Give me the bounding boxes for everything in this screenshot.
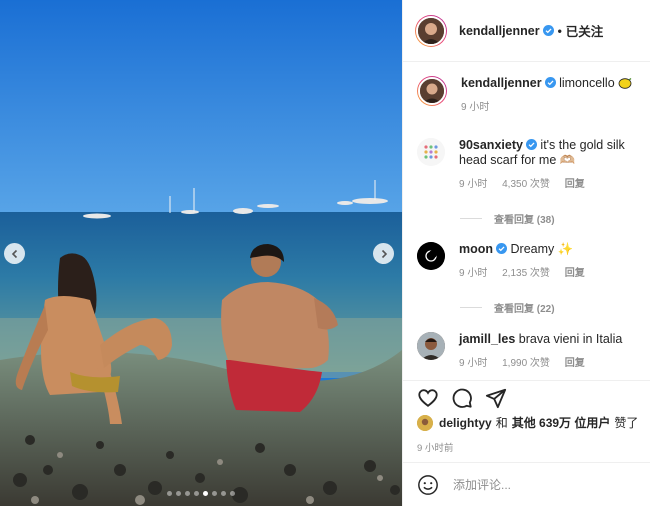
liker-username[interactable]: delightyy	[439, 416, 492, 430]
reply-button[interactable]: 回复	[565, 268, 585, 279]
reply-button[interactable]: 回复	[565, 179, 585, 190]
comment-time: 9 小时	[459, 179, 488, 190]
add-comment-bar	[403, 462, 650, 506]
comment-item: jamill_les brava vieni in Italia 9 小时 1,…	[417, 332, 640, 371]
commenter-avatar[interactable]	[417, 242, 445, 270]
comment-username[interactable]: jamill_les	[459, 332, 515, 346]
carousel-dot-active	[203, 491, 208, 496]
author-username[interactable]: kendalljenner	[459, 24, 540, 38]
caption-time: 9 小时	[461, 102, 490, 113]
verified-badge-icon	[542, 25, 554, 36]
caption-username[interactable]: kendalljenner	[461, 76, 542, 90]
view-replies-line	[460, 218, 482, 219]
comment-username[interactable]: 90sanxiety	[459, 138, 523, 152]
carousel-dot	[167, 491, 172, 496]
comment-body: moon Dreamy ✨ 9 小时 2,135 次赞 回复	[459, 242, 639, 281]
verified-badge-icon	[496, 243, 508, 254]
post-timestamp: 9 小时前	[417, 443, 454, 454]
comment-time: 9 小时	[459, 358, 488, 369]
comment-meta: 9 小时 4,350 次赞 回复	[459, 177, 639, 192]
author-avatar[interactable]	[416, 15, 446, 46]
view-replies-button[interactable]: 查看回复 (22)	[460, 300, 555, 315]
likes-suffix: 赞了	[614, 416, 639, 430]
commenter-avatar[interactable]	[417, 138, 445, 166]
view-replies-button[interactable]: 查看回复 (38)	[460, 211, 555, 226]
post-header: kendalljenner • 已关注	[403, 0, 650, 62]
share-icon[interactable]	[485, 387, 507, 409]
comment-meta: 9 小时 2,135 次赞 回复	[459, 266, 639, 281]
comment-username[interactable]: moon	[459, 242, 493, 256]
caption: kendalljenner limoncello 9 小时	[417, 76, 640, 115]
comment-likes[interactable]: 2,135 次赞	[502, 268, 550, 279]
chevron-left-icon	[11, 249, 17, 258]
following-button[interactable]: 已关注	[566, 21, 604, 40]
comment-time: 9 小时	[459, 268, 488, 279]
carousel-dot	[194, 491, 199, 496]
author-avatar-ring[interactable]	[415, 14, 447, 47]
carousel-dot	[212, 491, 217, 496]
likes-connector: 和	[495, 416, 508, 430]
header-separator: •	[557, 23, 562, 38]
lemon-icon	[618, 77, 632, 89]
comment-item: 90sanxiety it's the gold silk head scarf…	[417, 138, 640, 192]
view-replies-line	[460, 307, 482, 308]
beach-photo-illustration	[0, 0, 402, 506]
next-photo-button[interactable]	[373, 243, 394, 264]
comments-list[interactable]: kendalljenner limoncello 9 小时 90sanxiety…	[403, 62, 650, 380]
carousel-dot	[221, 491, 226, 496]
post-photo[interactable]	[0, 0, 402, 506]
comment-meta: 9 小时 1,990 次赞 回复	[459, 356, 639, 371]
reply-button[interactable]: 回复	[565, 358, 585, 369]
comment-icon[interactable]	[451, 387, 473, 409]
likes-summary: delightyy 和 其他 639万 位用户 赞了	[417, 414, 638, 431]
likes-others[interactable]: 其他 639万 位用户	[512, 414, 611, 431]
comment-text: Dreamy ✨	[510, 242, 574, 256]
carousel-dot	[230, 491, 235, 496]
verified-badge-icon	[544, 77, 556, 88]
emoji-icon[interactable]	[417, 474, 439, 496]
carousel-indicator	[0, 491, 402, 496]
comment-body: 90sanxiety it's the gold silk head scarf…	[459, 138, 639, 192]
caption-avatar[interactable]	[418, 77, 446, 105]
comment-input[interactable]	[451, 476, 635, 493]
post-actions	[403, 380, 650, 411]
comment-body: jamill_les brava vieni in Italia 9 小时 1,…	[459, 332, 639, 371]
chevron-right-icon	[381, 249, 387, 258]
comment-text: brava vieni in Italia	[518, 332, 623, 346]
liker-avatar[interactable]	[417, 414, 433, 431]
previous-photo-button[interactable]	[4, 243, 25, 264]
caption-meta: 9 小时	[461, 100, 640, 115]
carousel-dot	[185, 491, 190, 496]
verified-badge-icon	[525, 139, 537, 150]
post-detail-panel: kendalljenner • 已关注 kendalljenner limonc…	[402, 0, 650, 506]
heart-icon[interactable]	[417, 387, 439, 409]
commenter-avatar[interactable]	[417, 332, 445, 360]
caption-avatar-ring[interactable]	[417, 76, 447, 106]
view-replies-label: 查看回复 (22)	[494, 304, 555, 315]
comment-item: moon Dreamy ✨ 9 小时 2,135 次赞 回复	[417, 242, 640, 281]
comment-likes[interactable]: 1,990 次赞	[502, 358, 550, 369]
caption-text: limoncello	[559, 76, 615, 90]
carousel-dot	[176, 491, 181, 496]
view-replies-label: 查看回复 (38)	[494, 215, 555, 226]
caption-body: kendalljenner limoncello 9 小时	[461, 76, 640, 115]
comment-likes[interactable]: 4,350 次赞	[502, 179, 550, 190]
